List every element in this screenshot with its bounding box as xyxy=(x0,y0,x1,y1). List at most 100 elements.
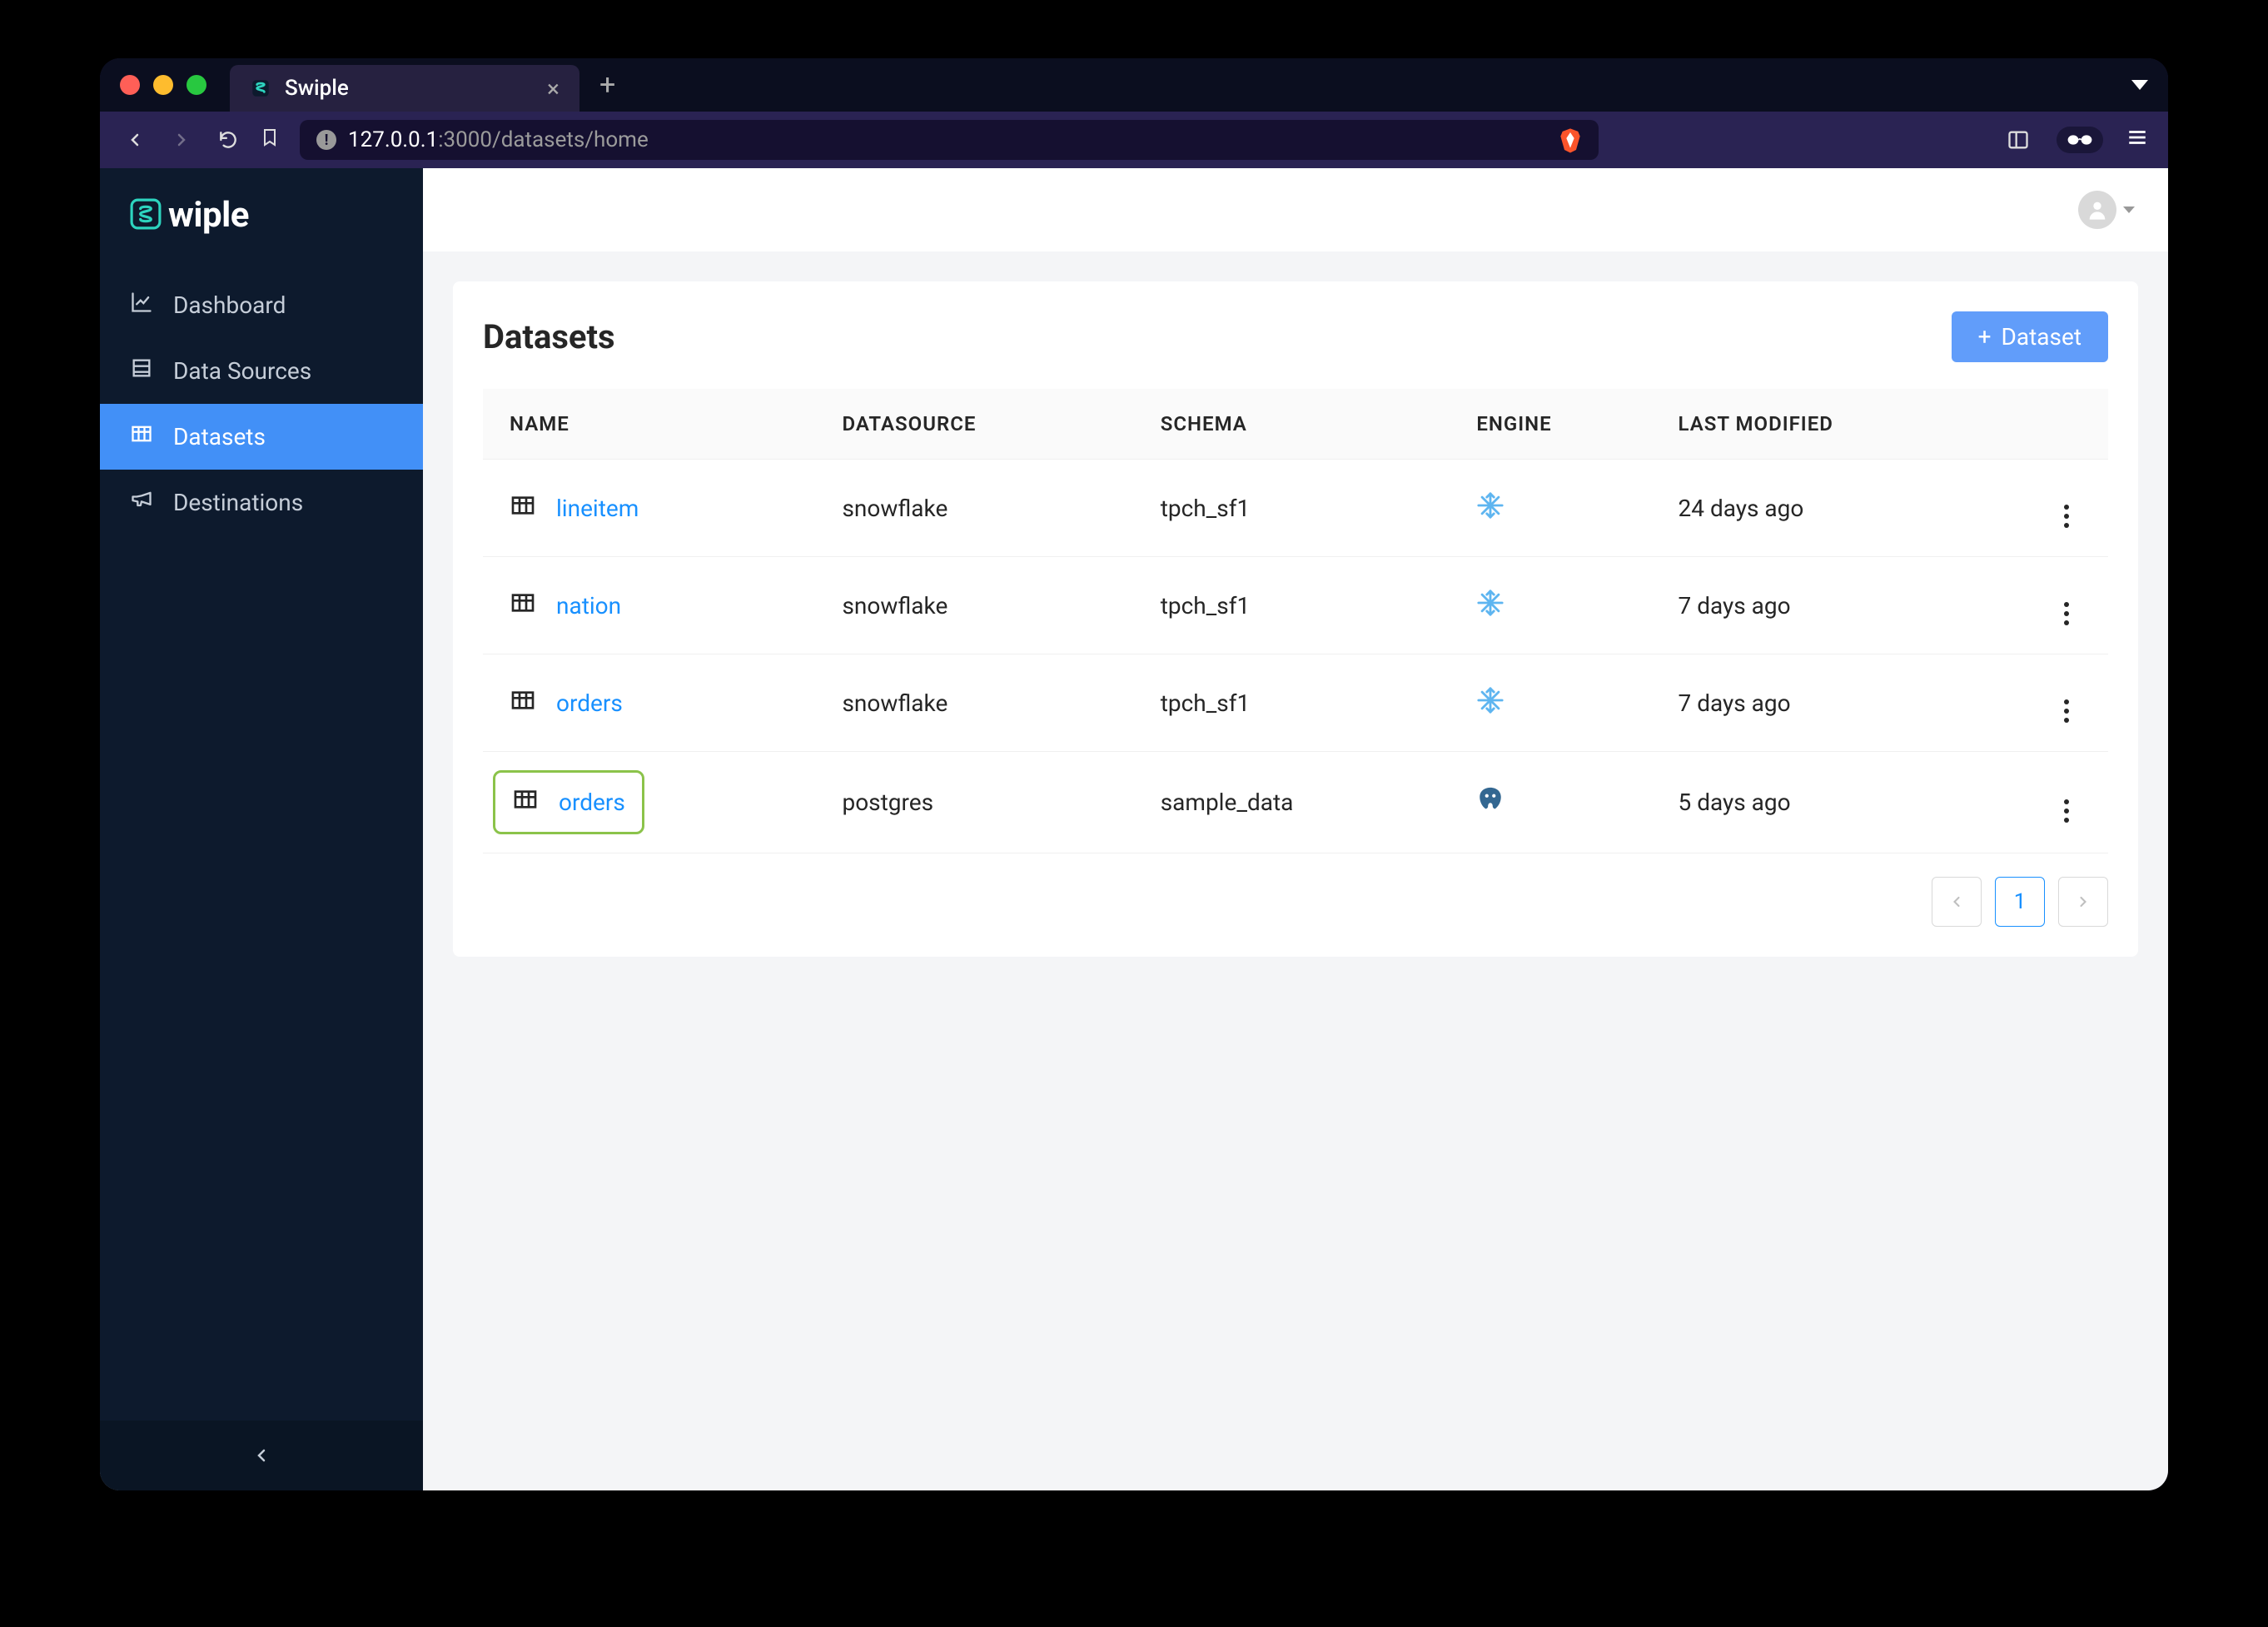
col-name[interactable]: NAME xyxy=(483,389,828,460)
last-modified-cell: 5 days ago xyxy=(1665,752,2025,853)
more-icon xyxy=(2064,699,2069,723)
page-next-button[interactable] xyxy=(2058,877,2108,927)
last-modified-cell: 24 days ago xyxy=(1665,460,2025,557)
chevron-down-icon xyxy=(2131,80,2148,90)
more-icon xyxy=(2064,799,2069,823)
tab-close-icon[interactable]: × xyxy=(547,75,560,102)
snowflake-icon xyxy=(1476,498,1505,525)
reload-button[interactable] xyxy=(213,129,243,151)
browser-toolbar: ! 127.0.0.1:3000/datasets/home xyxy=(100,112,2168,168)
snowflake-icon xyxy=(1476,693,1505,720)
row-actions-button[interactable] xyxy=(2025,752,2108,853)
row-actions-button[interactable] xyxy=(2025,654,2108,752)
dataset-link[interactable]: nation xyxy=(556,592,621,619)
last-modified-cell: 7 days ago xyxy=(1665,557,2025,654)
caret-down-icon xyxy=(2123,206,2135,213)
browser-window: Swiple × + ! 127.0.0.1:3000/datasets/hom… xyxy=(100,58,2168,1490)
chart-line-icon xyxy=(130,291,153,320)
dataset-name-cell[interactable]: nation xyxy=(510,590,815,622)
col-engine[interactable]: ENGINE xyxy=(1463,389,1664,460)
table-icon xyxy=(510,687,536,719)
tab-title: Swiple xyxy=(285,76,534,101)
sidebar-items: Dashboard Data Sources Datasets xyxy=(100,272,423,535)
table-icon xyxy=(510,590,536,622)
engine-cell xyxy=(1463,460,1664,557)
page-content: Datasets + Dataset NAME DATASOURCE SCHEM… xyxy=(423,251,2168,1490)
datasource-cell: snowflake xyxy=(828,654,1146,752)
table-header-row: NAME DATASOURCE SCHEMA ENGINE LAST MODIF… xyxy=(483,389,2108,460)
dataset-link[interactable]: orders xyxy=(556,689,623,717)
sidebar-item-label: Data Sources xyxy=(173,357,311,385)
minimize-window-button[interactable] xyxy=(153,75,173,95)
logo-mark-icon xyxy=(130,198,162,233)
logo-text: wiple xyxy=(168,195,249,236)
engine-cell xyxy=(1463,557,1664,654)
back-button[interactable] xyxy=(120,130,150,150)
hamburger-menu-icon[interactable] xyxy=(2126,127,2148,154)
datasets-table: NAME DATASOURCE SCHEMA ENGINE LAST MODIF… xyxy=(483,389,2108,853)
page-number-button[interactable]: 1 xyxy=(1995,877,2045,927)
maximize-window-button[interactable] xyxy=(187,75,206,95)
pagination: 1 xyxy=(483,877,2108,927)
titlebar: Swiple × + xyxy=(100,58,2168,112)
col-datasource[interactable]: DATASOURCE xyxy=(828,389,1146,460)
content-area: wiple Dashboard Data Sources xyxy=(100,168,2168,1490)
megaphone-icon xyxy=(130,488,153,517)
bookmark-button[interactable] xyxy=(260,126,280,155)
toolbar-right xyxy=(2003,127,2148,154)
sidebar-item-dashboard[interactable]: Dashboard xyxy=(100,272,423,338)
sidebar-item-label: Datasets xyxy=(173,423,266,450)
col-schema[interactable]: SCHEMA xyxy=(1147,389,1464,460)
table-row: lineitem snowflake tpch_sf1 24 days ago xyxy=(483,460,2108,557)
sidebar-collapse-button[interactable] xyxy=(100,1421,423,1490)
schema-cell: tpch_sf1 xyxy=(1147,654,1464,752)
new-tab-button[interactable]: + xyxy=(599,68,615,102)
grid-icon xyxy=(130,422,153,451)
forward-button[interactable] xyxy=(167,130,196,150)
dataset-link[interactable]: orders xyxy=(559,789,625,816)
card-header: Datasets + Dataset xyxy=(483,311,2108,362)
col-actions xyxy=(2025,389,2108,460)
address-bar[interactable]: ! 127.0.0.1:3000/datasets/home xyxy=(300,120,1599,160)
sidebar-item-label: Dashboard xyxy=(173,291,286,319)
add-dataset-button[interactable]: + Dataset xyxy=(1952,311,2108,362)
brave-shield-icon[interactable] xyxy=(1559,127,1582,153)
row-actions-button[interactable] xyxy=(2025,460,2108,557)
avatar-icon xyxy=(2078,191,2116,229)
add-button-label: Dataset xyxy=(2002,323,2081,351)
page-prev-button[interactable] xyxy=(1932,877,1982,927)
url-text: 127.0.0.1:3000/datasets/home xyxy=(348,127,649,152)
schema-cell: sample_data xyxy=(1147,752,1464,853)
swiple-favicon-icon xyxy=(250,77,271,99)
last-modified-cell: 7 days ago xyxy=(1665,654,2025,752)
row-actions-button[interactable] xyxy=(2025,557,2108,654)
page-title: Datasets xyxy=(483,317,615,356)
app-logo[interactable]: wiple xyxy=(100,168,423,262)
sidebar-item-destinations[interactable]: Destinations xyxy=(100,470,423,535)
schema-cell: tpch_sf1 xyxy=(1147,557,1464,654)
dataset-name-cell[interactable]: orders xyxy=(493,770,644,834)
dataset-link[interactable]: lineitem xyxy=(556,495,639,522)
table-row: orders postgres sample_data 5 days ago xyxy=(483,752,2108,853)
sidebar-item-datasources[interactable]: Data Sources xyxy=(100,338,423,404)
sidebar-item-datasets[interactable]: Datasets xyxy=(100,404,423,470)
datasource-cell: postgres xyxy=(828,752,1146,853)
schema-cell: tpch_sf1 xyxy=(1147,460,1464,557)
sidebar-item-label: Destinations xyxy=(173,489,303,516)
sidebar-toggle-icon[interactable] xyxy=(2003,128,2033,152)
col-last-modified[interactable]: LAST MODIFIED xyxy=(1665,389,2025,460)
plus-icon: + xyxy=(1978,323,1992,351)
titlebar-menu[interactable] xyxy=(2131,80,2148,90)
main: Datasets + Dataset NAME DATASOURCE SCHEM… xyxy=(423,168,2168,1490)
engine-cell xyxy=(1463,654,1664,752)
dataset-name-cell[interactable]: orders xyxy=(510,687,815,719)
topbar xyxy=(423,168,2168,251)
more-icon xyxy=(2064,602,2069,625)
private-mode-icon[interactable] xyxy=(2057,127,2103,153)
close-window-button[interactable] xyxy=(120,75,140,95)
dataset-name-cell[interactable]: lineitem xyxy=(510,492,815,525)
table-icon xyxy=(510,492,536,525)
database-icon xyxy=(130,356,153,386)
user-menu[interactable] xyxy=(2078,191,2135,229)
browser-tab[interactable]: Swiple × xyxy=(230,65,579,112)
